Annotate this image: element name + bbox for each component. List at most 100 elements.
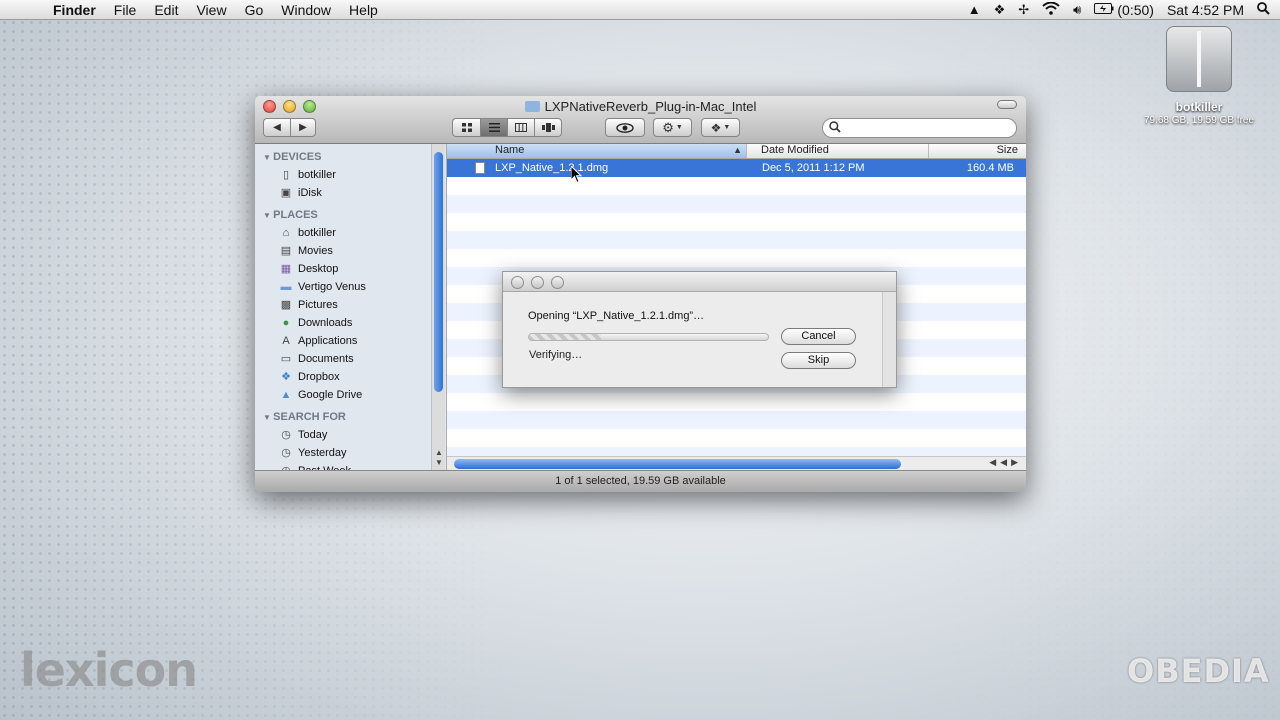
column-header-name[interactable]: Name ▲ (447, 144, 747, 158)
sidebar-header-search-for[interactable]: SEARCH FOR (255, 408, 446, 426)
drive-name: botkiller (1175, 100, 1223, 114)
sidebar-item-pictures[interactable]: ▩ Pictures (255, 296, 446, 314)
battery-icon[interactable] (1094, 2, 1114, 17)
applications-icon: A (282, 335, 290, 347)
sidebar-item-downloads[interactable]: ● Downloads (255, 314, 446, 332)
status-menus: ▲ ❖ ✢ 🔊︎ (0:50) Sat 4:52 PM (955, 0, 1280, 20)
toolbar-toggle-button[interactable] (997, 100, 1017, 109)
spotlight-search-icon[interactable] (1257, 1, 1270, 18)
volume-icon[interactable]: 🔊︎ (1073, 2, 1081, 18)
action-menu-button[interactable]: ⚙ ▼ (653, 118, 692, 137)
window-title-text: LXPNativeReverb_Plug-in-Mac_Intel (544, 99, 757, 114)
forward-button[interactable]: ▶ (290, 118, 316, 137)
sidebar-item-label: botkiller (298, 227, 336, 239)
sidebar-item-label: Today (298, 429, 328, 441)
sidebar-item-past-week[interactable]: ◷Past Week (255, 462, 446, 470)
search-input[interactable] (822, 118, 1017, 138)
sidebar-item-idisk[interactable]: ▣ iDisk (255, 184, 446, 202)
sidebar-item-movies[interactable]: ▤ Movies (255, 242, 446, 260)
sidebar-header-devices[interactable]: DEVICES (255, 148, 446, 166)
column-header-size[interactable]: Size (929, 144, 1026, 158)
empty-row (447, 393, 1026, 411)
dialog-scrollbar[interactable] (882, 292, 896, 387)
sidebar-item-dropbox[interactable]: ❖ Dropbox (255, 368, 446, 386)
battery-time[interactable]: (0:50) (1117, 2, 1154, 18)
sidebar-scrollbar[interactable]: ▲ ▼ (431, 144, 445, 470)
empty-row (447, 231, 1026, 249)
dropbox-icon[interactable]: ❖ (994, 2, 1006, 18)
sidebar-item-documents[interactable]: ▭ Documents (255, 350, 446, 368)
movies-icon: ▤ (280, 245, 292, 257)
search-icon (829, 121, 841, 136)
desktop-drive[interactable]: botkiller 79.68 GB, 19.59 GB free (1137, 26, 1261, 126)
finder-sidebar: DEVICES ▯ botkiller ▣ iDisk PLACES ⌂ botkil… (255, 144, 447, 470)
mouse-cursor-icon (570, 164, 583, 189)
sidebar-item-botkiller-drive[interactable]: ▯ botkiller (255, 166, 446, 184)
cancel-button[interactable]: Cancel (781, 328, 856, 345)
menu-help[interactable]: Help (340, 2, 387, 18)
dialog-close-button[interactable] (511, 276, 524, 289)
clock[interactable]: Sat 4:52 PM (1167, 2, 1244, 18)
empty-row (447, 429, 1026, 447)
sidebar-item-label: iDisk (298, 187, 322, 199)
skip-button[interactable]: Skip (781, 352, 856, 369)
menu-file[interactable]: File (105, 2, 146, 18)
menu-view[interactable]: View (187, 2, 235, 18)
sidebar-item-label: Desktop (298, 263, 339, 275)
sidebar-item-home[interactable]: ⌂ botkiller (255, 224, 446, 242)
dialog-minimize-button[interactable] (531, 276, 544, 289)
view-mode-control (452, 118, 562, 137)
dropbox-folder-icon: ❖ (281, 371, 291, 383)
icon-view-button[interactable] (452, 118, 480, 137)
home-icon: ⌂ (282, 227, 290, 239)
quick-look-button[interactable] (605, 118, 645, 137)
sidebar-item-label: Yesterday (298, 447, 347, 459)
column-headers: Name ▲ Date Modified Size (447, 144, 1026, 159)
folder-icon (524, 101, 540, 112)
chevron-down-icon: ▼ (675, 124, 683, 131)
file-row-selected[interactable]: LXP_Native_1.2.1.dmg Dec 5, 2011 1:12 PM… (447, 159, 1026, 177)
google-drive-folder-icon: ▲ (280, 389, 292, 401)
sidebar-item-label: Documents (298, 353, 354, 365)
folder-icon: ▬ (280, 281, 292, 293)
dialog-zoom-button[interactable] (551, 276, 564, 289)
sidebar-item-yesterday[interactable]: ◷ Yesterday (255, 444, 446, 462)
menu-window[interactable]: Window (272, 2, 340, 18)
dialog-titlebar (503, 272, 896, 292)
sidebar-header-places[interactable]: PLACES (255, 206, 446, 224)
horizontal-scroll-thumb[interactable] (454, 459, 901, 469)
downloads-icon: ● (282, 317, 290, 329)
cover-flow-button[interactable] (534, 118, 562, 137)
sidebar-item-label: Past Week (298, 462, 351, 470)
scroll-arrows-icon[interactable]: ◀◀▶ (989, 457, 1022, 468)
sidebar-item-desktop[interactable]: ▦ Desktop (255, 260, 446, 278)
column-header-date-modified[interactable]: Date Modified (747, 144, 929, 158)
menu-go[interactable]: Go (236, 2, 273, 18)
clock-icon: ◷ (281, 447, 291, 459)
sidebar-item-label: Applications (298, 335, 358, 347)
empty-row (447, 177, 1026, 195)
scroll-arrows-icon[interactable]: ▲ ▼ (435, 448, 443, 468)
google-drive-icon[interactable]: ▲ (968, 2, 981, 17)
dropbox-menu-button[interactable]: ❖ ▼ (701, 118, 740, 137)
sidebar-item-today[interactable]: ◷ Today (255, 426, 446, 444)
lexicon-watermark: lexicon (20, 643, 198, 697)
list-view-button[interactable] (480, 118, 507, 137)
column-view-button[interactable] (507, 118, 534, 137)
sidebar-item-label: Dropbox (298, 371, 340, 383)
app-menu-finder[interactable]: Finder (44, 2, 105, 18)
empty-row (447, 249, 1026, 267)
sidebar-item-vertigo-venus[interactable]: ▬ Vertigo Venus (255, 278, 446, 296)
back-button[interactable]: ◀ (263, 118, 290, 137)
menu-edit[interactable]: Edit (145, 2, 187, 18)
horizontal-scrollbar[interactable]: ◀◀▶ (447, 456, 1026, 470)
opening-dialog: Opening “LXP_Native_1.2.1.dmg”… Verifyin… (502, 271, 897, 388)
sidebar-scroll-thumb[interactable] (434, 152, 443, 392)
sidebar-item-google-drive[interactable]: ▲ Google Drive (255, 386, 446, 404)
sidebar-item-applications[interactable]: A Applications (255, 332, 446, 350)
bluetooth-icon[interactable]: ✢ (1018, 2, 1029, 18)
progress-fill (529, 334, 601, 340)
eye-icon (616, 122, 634, 133)
wifi-icon[interactable] (1042, 1, 1060, 18)
empty-row (447, 195, 1026, 213)
